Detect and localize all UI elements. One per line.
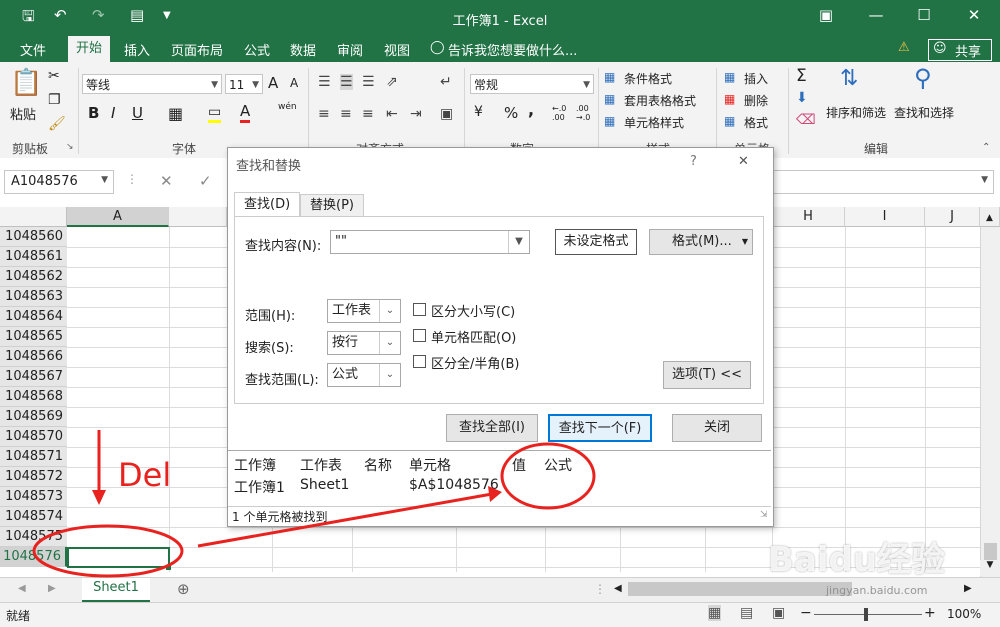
annotation-circle-value bbox=[500, 442, 596, 510]
annotation-arrow-right bbox=[197, 492, 493, 548]
watermark-logo: Baidu经验 bbox=[768, 540, 946, 580]
watermark-url: jingyan.baidu.com bbox=[826, 584, 928, 597]
annotation-arrowhead-right bbox=[488, 486, 502, 502]
annotation-del-text: Del bbox=[118, 456, 172, 494]
annotation-circle-cell bbox=[32, 524, 184, 578]
annotation-arrowhead-down bbox=[92, 490, 106, 505]
